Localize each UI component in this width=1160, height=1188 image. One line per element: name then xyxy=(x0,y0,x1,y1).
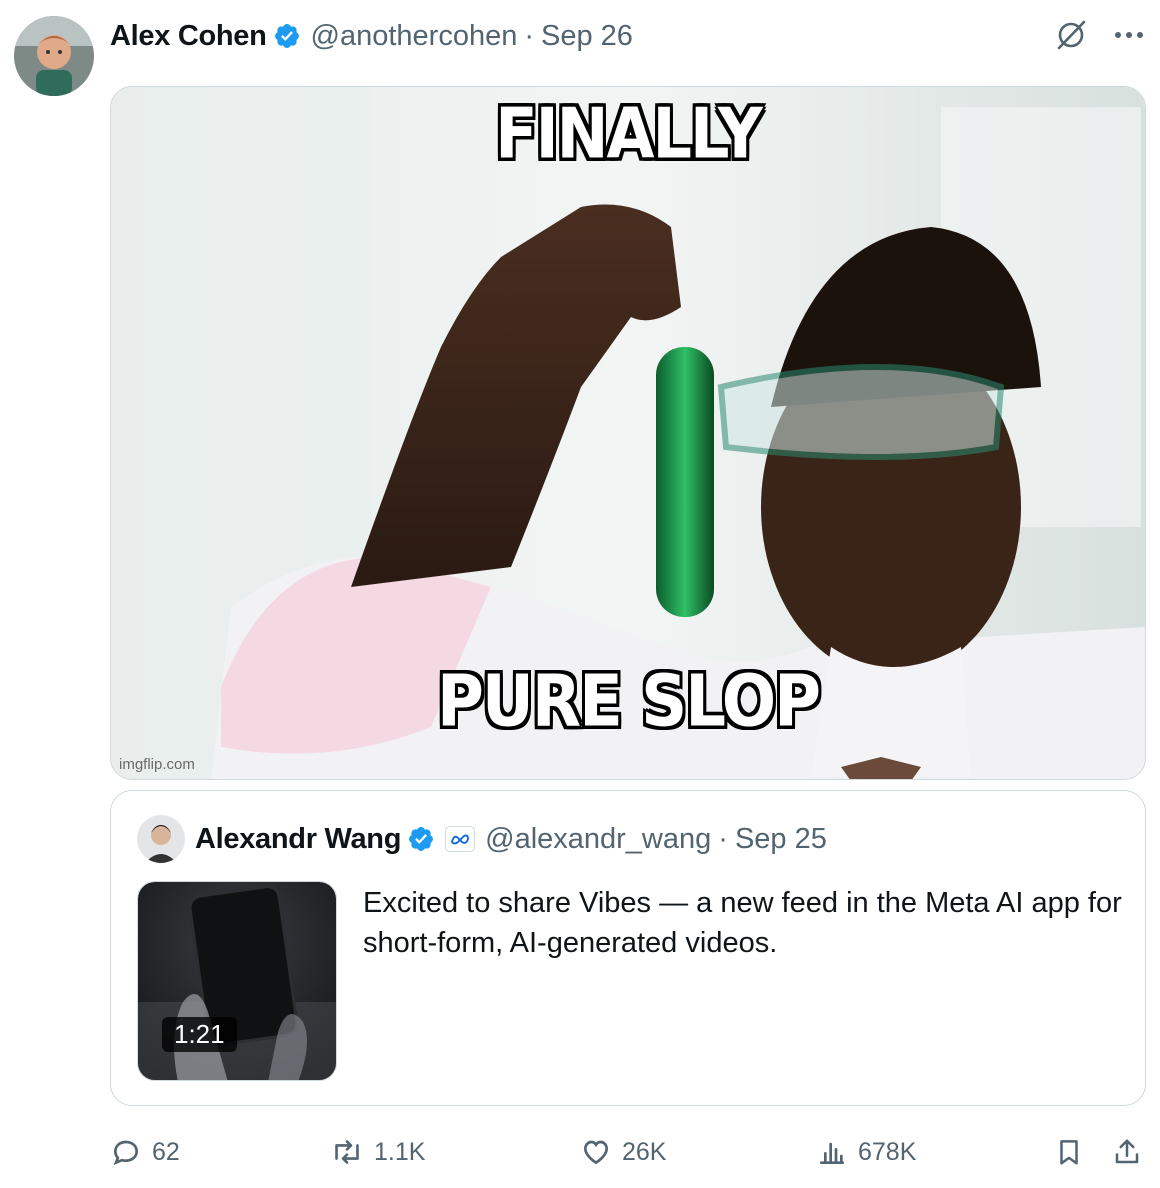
reply-count: 62 xyxy=(152,1137,180,1166)
view-count: 678K xyxy=(858,1137,917,1166)
author-avatar[interactable] xyxy=(14,16,94,96)
quoted-date[interactable]: Sep 25 xyxy=(735,823,827,856)
meme-bottom-caption: PURE SLOP xyxy=(436,660,821,744)
image-watermark: imgflip.com xyxy=(119,756,195,773)
quoted-author-handle[interactable]: @alexandr_wang xyxy=(485,823,711,856)
like-icon xyxy=(583,1140,609,1165)
post-header: Alex Cohen @anothercohen · Sep 26 xyxy=(110,16,633,56)
verified-badge-icon xyxy=(409,827,434,851)
bookmark-button[interactable] xyxy=(1054,1130,1094,1174)
meme-top-caption: FINALLY xyxy=(495,92,763,175)
bookmark-icon xyxy=(1060,1140,1078,1165)
quoted-author-avatar[interactable] xyxy=(137,815,185,863)
repost-icon xyxy=(335,1140,359,1164)
more-icon[interactable] xyxy=(1114,30,1144,40)
post-top-actions xyxy=(1054,18,1144,52)
quoted-post[interactable]: Alexandr Wang @alexandr_wang · Sep 25 1:… xyxy=(110,790,1146,1106)
quoted-video-thumbnail[interactable]: 1:21 xyxy=(137,881,337,1081)
author-handle[interactable]: @anothercohen xyxy=(311,20,518,53)
video-duration: 1:21 xyxy=(162,1017,237,1052)
author-name[interactable]: Alex Cohen xyxy=(110,20,267,53)
share-icon xyxy=(1115,1139,1139,1164)
quoted-text: Excited to share Vibes — a new feed in t… xyxy=(363,887,1122,959)
verified-badge-icon xyxy=(274,24,299,48)
quoted-header: Alexandr Wang @alexandr_wang · Sep 25 xyxy=(137,815,827,863)
meta-affiliate-icon[interactable] xyxy=(445,826,476,852)
views-icon xyxy=(820,1142,844,1164)
reply-button[interactable]: 62 xyxy=(110,1130,180,1174)
repost-count: 1.1K xyxy=(374,1137,426,1166)
repost-button[interactable]: 1.1K xyxy=(330,1130,425,1174)
grok-icon[interactable] xyxy=(1054,18,1088,52)
like-button[interactable]: 26K xyxy=(580,1130,666,1174)
quoted-author-name[interactable]: Alexandr Wang xyxy=(195,823,401,856)
action-bar: 62 1.1K 26K 678K xyxy=(110,1130,1146,1174)
share-button[interactable] xyxy=(1112,1130,1152,1174)
post-date[interactable]: Sep 26 xyxy=(541,20,633,53)
like-count: 26K xyxy=(622,1137,667,1166)
reply-icon xyxy=(113,1140,139,1166)
separator: · xyxy=(524,19,535,52)
views-button[interactable]: 678K xyxy=(816,1130,916,1174)
post-image[interactable]: FINALLY PURE SLOP imgflip.com xyxy=(110,86,1146,780)
separator: · xyxy=(718,822,728,855)
